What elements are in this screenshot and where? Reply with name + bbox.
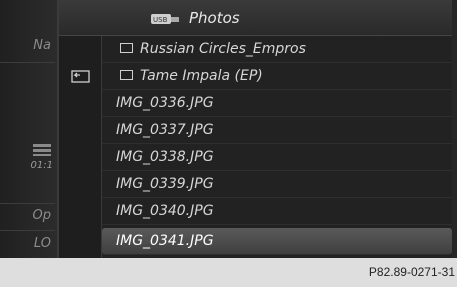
left-item-lo[interactable]: LO — [0, 236, 55, 251]
list-item-label: IMG_0337.JPG — [116, 122, 214, 138]
left-item-options[interactable]: Op — [0, 208, 55, 223]
list-item[interactable]: IMG_0338.JPG — [102, 144, 452, 171]
left-divider — [0, 203, 55, 204]
list-item[interactable]: Russian Circles_Empros — [102, 36, 452, 63]
usb-icon: USB — [151, 14, 179, 24]
caption-strip: P82.89-0271-31 — [0, 258, 457, 287]
browser-panel: USB Photos Russian Circles_Empros Tame I… — [59, 0, 452, 258]
list-item-selected[interactable]: IMG_0341.JPG — [102, 228, 452, 255]
list-item-label: Russian Circles_Empros — [140, 41, 306, 57]
back-column — [59, 36, 102, 258]
left-item-nav[interactable]: Na — [0, 38, 55, 53]
left-divider — [0, 62, 55, 63]
svg-text:USB: USB — [153, 16, 168, 24]
folder-icon — [120, 70, 133, 80]
list-item[interactable]: IMG_0340.JPG — [102, 198, 452, 225]
list-item-label: IMG_0339.JPG — [116, 176, 214, 192]
list-item-label: IMG_0336.JPG — [116, 95, 214, 111]
left-menu-strip: Na 01:1 Op LO — [0, 0, 59, 258]
list-item[interactable]: Tame Impala (EP) — [102, 63, 452, 90]
media-icon — [33, 144, 51, 156]
list-item[interactable]: IMG_0336.JPG — [102, 90, 452, 117]
file-list: Russian Circles_Empros Tame Impala (EP) … — [102, 36, 452, 258]
figure-code: P82.89-0271-31 — [368, 265, 455, 279]
folder-icon — [120, 43, 133, 53]
panel-header: USB Photos — [59, 0, 452, 36]
list-item-label: IMG_0341.JPG — [116, 233, 214, 249]
left-divider — [0, 230, 55, 231]
list-item-label: IMG_0338.JPG — [116, 149, 214, 165]
media-screen: Na 01:1 Op LO USB Photos Russian Circles… — [0, 0, 457, 258]
list-item-label: Tame Impala (EP) — [140, 68, 263, 84]
list-item[interactable]: IMG_0339.JPG — [102, 171, 452, 198]
list-item-label: IMG_0340.JPG — [116, 203, 214, 219]
back-folder-icon[interactable] — [69, 68, 91, 84]
left-time-readout: 01:1 — [30, 160, 53, 171]
panel-title: Photos — [189, 9, 240, 27]
list-item[interactable]: IMG_0337.JPG — [102, 117, 452, 144]
